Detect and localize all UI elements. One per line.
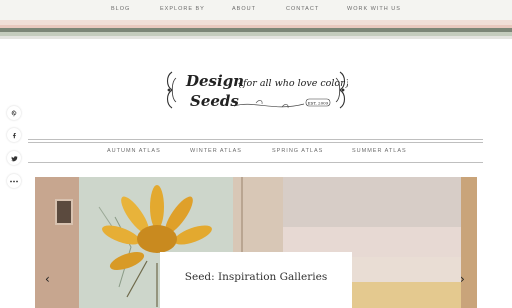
- hero-panel-wall: [35, 177, 79, 308]
- hero-panel-edge: [461, 177, 477, 308]
- nav-contact[interactable]: CONTACT: [286, 6, 319, 12]
- subnav-rule-bottom: [28, 162, 483, 163]
- nav-autumn-atlas[interactable]: AUTUMN ATLAS: [107, 148, 161, 154]
- more-icon[interactable]: [7, 174, 21, 188]
- logo-line1: Design: [185, 72, 244, 90]
- logo-line2: Seeds: [190, 92, 239, 110]
- hero-window: [55, 199, 73, 225]
- stripe-grey: [0, 36, 512, 39]
- hero-caption[interactable]: Seed: Inspiration Galleries: [160, 271, 352, 283]
- pinterest-icon[interactable]: [7, 106, 21, 120]
- logo-est: EST. 2009: [308, 100, 329, 105]
- nav-winter-atlas[interactable]: WINTER ATLAS: [190, 148, 242, 154]
- nav-spring-atlas[interactable]: SPRING ATLAS: [272, 148, 323, 154]
- facebook-icon[interactable]: [7, 128, 21, 142]
- nav-work-with-us[interactable]: WORK WITH US: [347, 6, 401, 12]
- slider-next-arrow[interactable]: ›: [460, 272, 465, 286]
- nav-about[interactable]: ABOUT: [232, 6, 256, 12]
- twitter-icon[interactable]: [7, 151, 21, 165]
- nav-explore-by[interactable]: EXPLORE BY: [160, 6, 205, 12]
- nav-summer-atlas[interactable]: SUMMER ATLAS: [352, 148, 407, 154]
- subnav-rule-top: [28, 139, 483, 140]
- site-logo[interactable]: EST. 2009 Design Seeds {for all who love…: [164, 66, 351, 114]
- logo-tagline: {for all who love color}: [237, 78, 348, 89]
- slider-prev-arrow[interactable]: ‹: [45, 272, 50, 286]
- logo-graphic: EST. 2009 Design Seeds {for all who love…: [166, 71, 351, 110]
- hero-caption-box[interactable]: Seed: Inspiration Galleries: [160, 252, 352, 308]
- top-nav: BLOG EXPLORE BY ABOUT CONTACT WORK WITH …: [0, 0, 512, 20]
- nav-blog[interactable]: BLOG: [111, 6, 130, 12]
- subnav-rule-top-2: [28, 142, 483, 143]
